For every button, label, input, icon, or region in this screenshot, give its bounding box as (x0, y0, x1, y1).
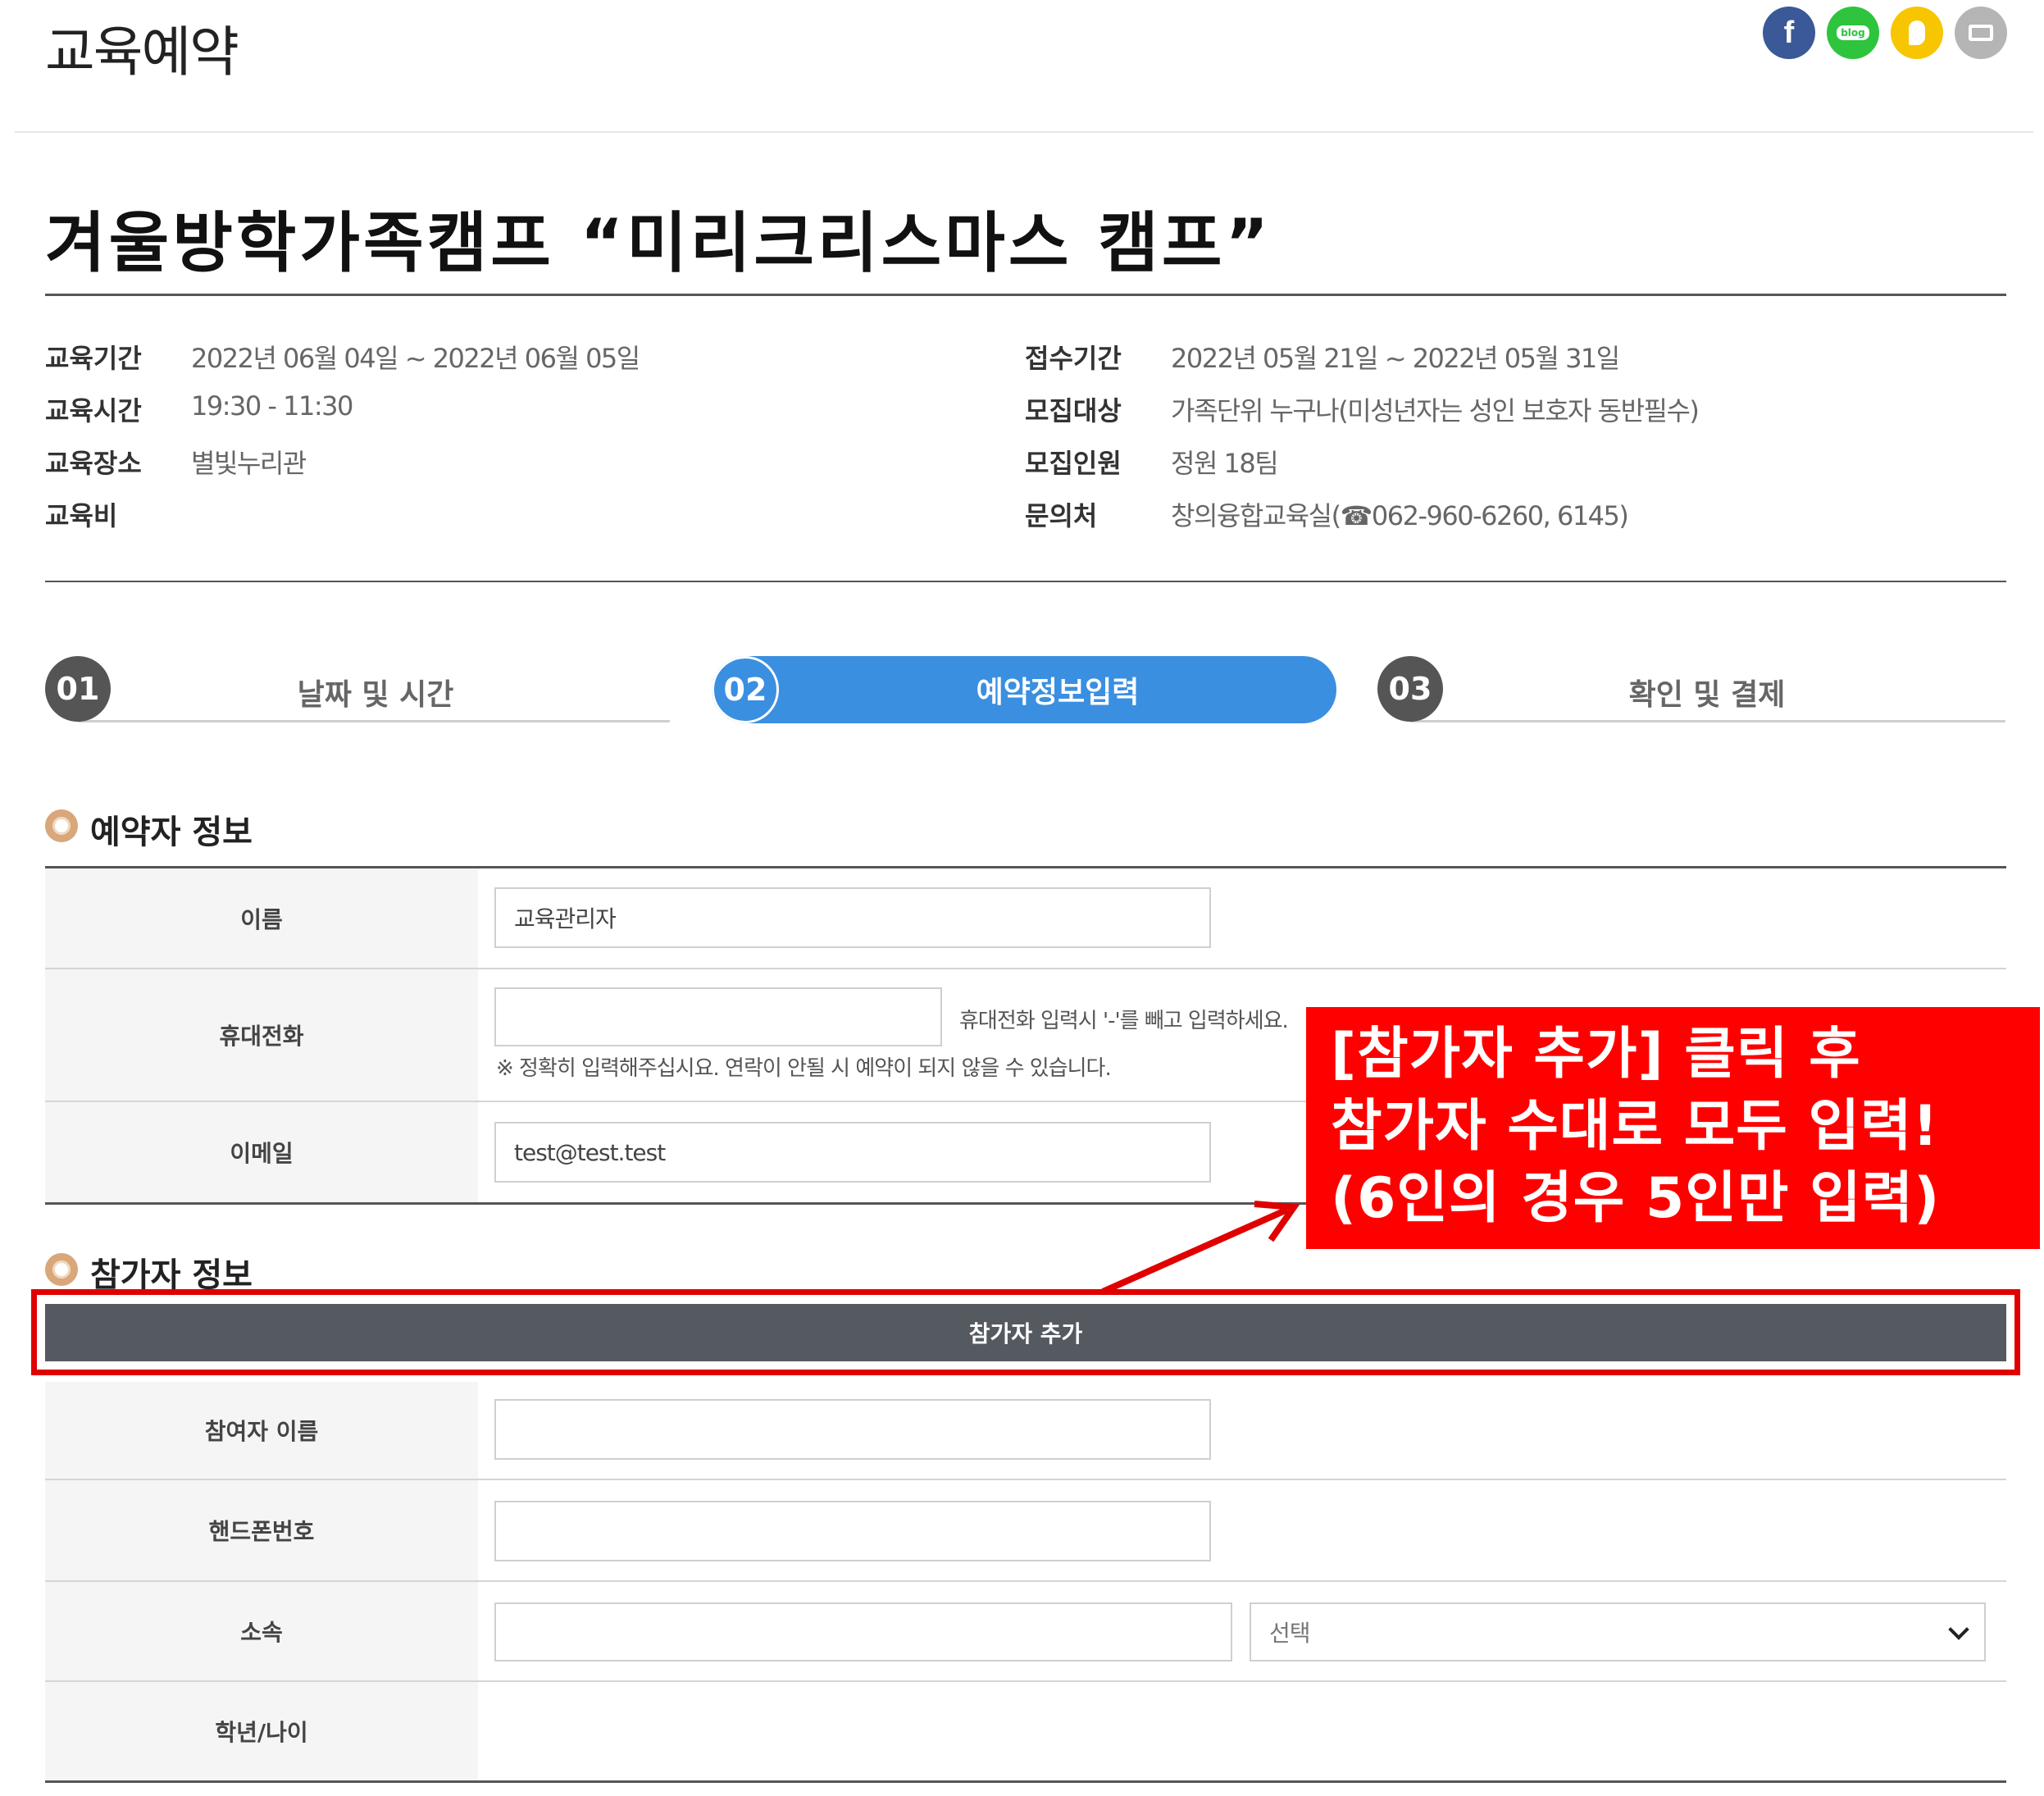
info-label: 교육비 (45, 500, 118, 531)
annotation-arrow-icon (1101, 1201, 1300, 1295)
kakaostory-share-icon[interactable] (1891, 7, 1943, 59)
callout-line: (6인의 경우 5인만 입력) (1331, 1166, 1941, 1231)
facebook-share-icon[interactable]: f (1763, 7, 1815, 59)
info-label: 모집인원 (1025, 448, 1122, 479)
info-value: 정원 18팀 (1171, 448, 1279, 479)
info-label: 문의처 (1025, 500, 1098, 531)
printer-glyph (1969, 25, 1993, 41)
header-divider (15, 131, 2033, 133)
section-bullet-icon (45, 1253, 78, 1286)
blog-share-icon[interactable]: blog (1827, 7, 1879, 59)
phone-input[interactable] (494, 987, 942, 1046)
step-active: 02 예약정보입력 (712, 656, 1336, 723)
story-glyph (1909, 21, 1925, 45)
section-bullet-icon (45, 809, 78, 842)
phone-hint: 휴대전화 입력시 '-'를 빼고 입력하세요. (959, 1009, 1289, 1033)
email-label: 이메일 (45, 1102, 478, 1202)
step-label: 확인 및 결제 (1628, 678, 1786, 712)
step-underline (78, 720, 670, 723)
page-title: 교육예약 (45, 21, 239, 84)
step-label: 예약정보입력 (976, 676, 1140, 709)
grade-age-label: 학년/나이 (45, 1682, 478, 1780)
info-label: 교육시간 (45, 395, 142, 426)
info-label: 교육장소 (45, 448, 142, 479)
email-input[interactable]: test@test.test (494, 1122, 1211, 1183)
info-divider (45, 581, 2006, 582)
name-label: 이름 (45, 868, 478, 968)
title-divider (45, 294, 2006, 296)
info-value: 2022년 06월 04일 ~ 2022년 06월 05일 (191, 343, 640, 374)
chevron-down-icon (1948, 1619, 1969, 1640)
print-icon[interactable] (1955, 7, 2007, 59)
step-number: 03 (1377, 656, 1443, 722)
info-value: 가족단위 누구나(미성년자는 성인 보호자 동반필수) (1171, 395, 1700, 426)
info-value: 19:30 - 11:30 (191, 390, 353, 422)
info-value: 별빛누리관 (191, 448, 307, 479)
step-label: 날짜 및 시간 (297, 678, 454, 712)
annotation-highlight-frame (31, 1289, 2020, 1375)
info-label: 교육기간 (45, 343, 142, 374)
callout-line: [참가자 추가] 클릭 후 (1331, 1022, 1861, 1087)
course-title: 겨울방학가족캠프 “미리크리스마스 캠프” (45, 205, 1272, 281)
affiliation-label: 소속 (45, 1582, 478, 1680)
participant-name-label: 참여자 이름 (45, 1382, 478, 1479)
info-value: 창의융합교육실(☎062-960-6260, 6145) (1171, 500, 1629, 531)
phone-note: ※ 정확히 입력해주십시요. 연락이 안될 시 예약이 되지 않을 수 있습니다… (496, 1056, 1112, 1081)
step-number: 02 (712, 656, 779, 723)
participant-phone-label: 핸드폰번호 (45, 1480, 478, 1580)
blog-label: blog (1837, 25, 1869, 40)
phone-label: 휴대전화 (45, 969, 478, 1101)
annotation-callout: [참가자 추가] 클릭 후 참가자 수대로 모두 입력! (6인의 경우 5인만… (1306, 1007, 2040, 1249)
select-value: 선택 (1269, 1620, 1311, 1647)
callout-line: 참가자 수대로 모두 입력! (1331, 1094, 1939, 1159)
info-label: 접수기간 (1025, 343, 1122, 374)
affiliation-select[interactable]: 선택 (1250, 1602, 1986, 1662)
section-title: 예약자 정보 (90, 814, 253, 851)
step-number: 01 (45, 656, 111, 722)
step-underline (1410, 720, 2005, 723)
participant-phone-input[interactable] (494, 1501, 1211, 1561)
participant-name-input[interactable] (494, 1399, 1211, 1460)
info-value: 2022년 05월 21일 ~ 2022년 05월 31일 (1171, 343, 1620, 374)
info-label: 모집대상 (1025, 395, 1122, 426)
section-bottom-border (45, 1780, 2006, 1783)
affiliation-input[interactable] (494, 1602, 1232, 1662)
name-input[interactable]: 교육관리자 (494, 887, 1211, 948)
